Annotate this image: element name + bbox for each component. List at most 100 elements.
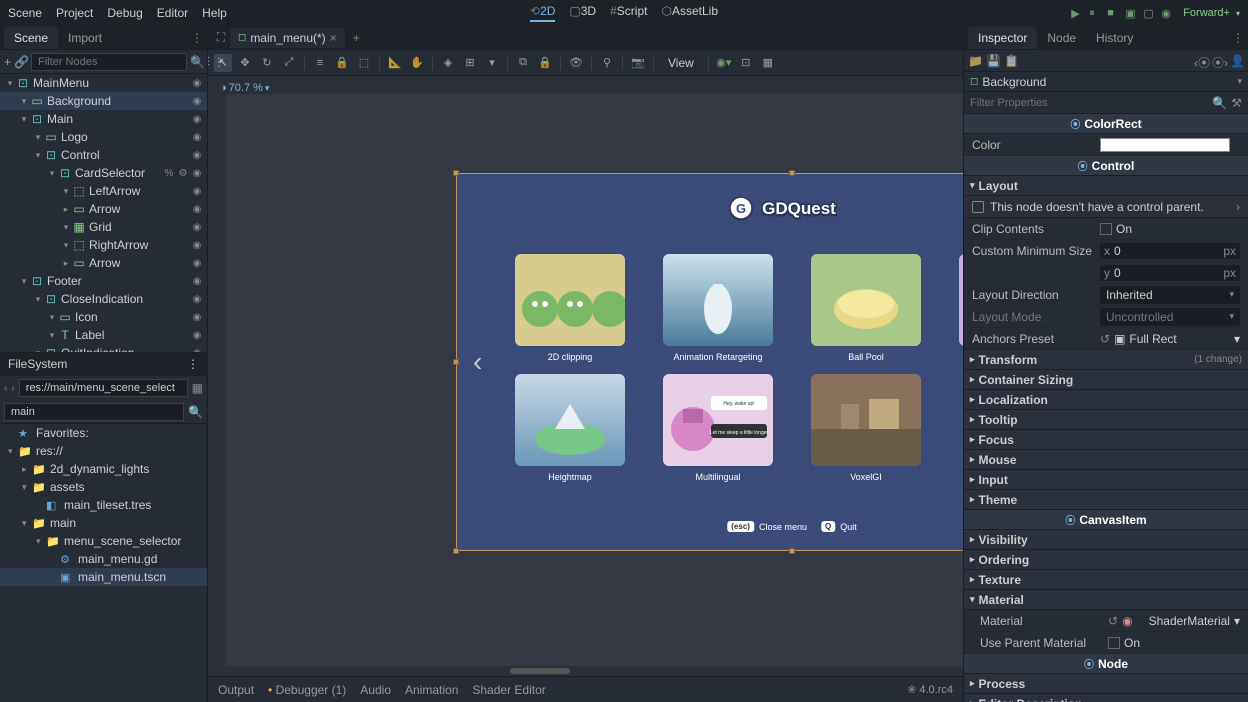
scene-tree[interactable]: ▾⊡MainMenu◉▾▭Background◉▾⊡Main◉▾▭Logo◉▾⊡… [0, 74, 207, 352]
section-texture[interactable]: ▸Texture [964, 570, 1248, 590]
bottom-shader[interactable]: Shader Editor [472, 683, 545, 697]
paste-icon[interactable]: 📋 [1004, 54, 1018, 68]
section-container-sizing[interactable]: ▸Container Sizing [964, 370, 1248, 390]
link-icon[interactable]: 🔗 [14, 55, 28, 69]
version-label[interactable]: ❀ 4.0.rc4 [907, 683, 953, 696]
fs-main_menu.gd[interactable]: ⚙main_menu.gd [0, 550, 207, 568]
rotate-tool-icon[interactable]: ↻ [258, 54, 276, 72]
snap-grid-icon[interactable]: ⊞ [461, 54, 479, 72]
skeleton-icon[interactable]: ⚲ [598, 54, 616, 72]
menu-project[interactable]: Project [56, 6, 93, 20]
revert-icon[interactable]: ↺ [1100, 332, 1110, 346]
scene-tab[interactable]: ◻ main_menu(*) × [230, 28, 345, 48]
dock-menu-icon[interactable]: ⋮ [191, 31, 203, 45]
history-fwd-icon[interactable]: ⦿› [1212, 54, 1226, 68]
class-canvasitem[interactable]: ⦿CanvasItem [964, 510, 1248, 530]
revert-icon[interactable]: ↺ [1108, 614, 1118, 628]
section-visibility[interactable]: ▸Visibility [964, 530, 1248, 550]
zoom-indicator[interactable]: ◑70.7 %▾ [220, 82, 269, 94]
card-multilingual[interactable]: Hey, wake up!Let me sleep a little longe… [650, 374, 786, 482]
stop-icon[interactable]: ■ [1107, 7, 1119, 19]
tab-import[interactable]: Import [58, 27, 112, 49]
tree-node-quitindication[interactable]: ▾⊡QuitIndication◉ [0, 344, 207, 352]
movie-icon[interactable]: ◉ [1161, 7, 1173, 19]
tree-node-control[interactable]: ▾⊡Control◉ [0, 146, 207, 164]
bottom-audio[interactable]: Audio [360, 683, 391, 697]
section-transform[interactable]: ▸Transform(1 change) [964, 350, 1248, 370]
close-menu-button[interactable]: (esc) Close menu [727, 521, 807, 532]
view-menu[interactable]: View [660, 54, 702, 72]
tree-node-icon[interactable]: ▾▭Icon◉ [0, 308, 207, 326]
group-selected-icon[interactable]: 👁 [567, 54, 585, 72]
tree-tool2-icon[interactable]: ⫶ [207, 55, 210, 69]
quit-button[interactable]: Q Quit [821, 521, 857, 532]
tree-node-grid[interactable]: ▾▦Grid◉ [0, 218, 207, 236]
section-ordering[interactable]: ▸Ordering [964, 550, 1248, 570]
anchor-preset-icon[interactable]: ◉▾ [715, 54, 733, 72]
section-mouse[interactable]: ▸Mouse [964, 450, 1248, 470]
tree-node-mainmenu[interactable]: ▾⊡MainMenu◉ [0, 74, 207, 92]
section-focus[interactable]: ▸Focus [964, 430, 1248, 450]
renderer-select[interactable]: Forward+ [1183, 7, 1230, 19]
save-icon[interactable]: 💾 [986, 54, 1000, 68]
card-2d-clipping[interactable]: 2D clipping [502, 254, 638, 362]
anchor-tool-icon[interactable]: ⊡ [737, 54, 755, 72]
prop-anchors-preset[interactable]: Anchors Preset ↺▣Full Rect▾ [964, 328, 1248, 350]
section-editor-description[interactable]: ▸Editor Description [964, 694, 1248, 702]
tab-history[interactable]: History [1086, 27, 1143, 49]
class-control[interactable]: ⦿Control [964, 156, 1248, 176]
card-animation-retargeting[interactable]: Animation Retargeting [650, 254, 786, 362]
card-ball-pool[interactable]: Ball Pool [798, 254, 934, 362]
add-scene-icon[interactable]: + [345, 31, 368, 45]
filter-nodes-input[interactable] [31, 53, 187, 71]
section-process[interactable]: ▸Process [964, 674, 1248, 694]
class-node[interactable]: ⦿Node [964, 654, 1248, 674]
scrollbar-horizontal[interactable] [208, 666, 963, 676]
workspace-script[interactable]: #Script [610, 4, 647, 22]
tree-node-main[interactable]: ▾⊡Main◉ [0, 110, 207, 128]
override-camera-icon[interactable]: 📷 [629, 54, 647, 72]
fs-assets[interactable]: ▾📁assets [0, 478, 207, 496]
filesystem-search-input[interactable] [4, 403, 184, 421]
prop-min-size-x[interactable]: Custom Minimum Size x0px [964, 240, 1248, 262]
card-canvas-group[interactable]: Sprites OnlyCanvas GroupCanvas Group [946, 254, 963, 362]
favorites-row[interactable]: ★Favorites: [0, 424, 207, 442]
filesystem-path-input[interactable] [19, 379, 188, 397]
left-arrow-button[interactable]: ‹ [473, 346, 482, 378]
path-back-icon[interactable]: ‹ [4, 383, 7, 394]
tab-inspector[interactable]: Inspector [968, 27, 1037, 49]
checkbox[interactable] [1108, 637, 1120, 649]
play-scene-icon[interactable]: ▣ [1125, 7, 1137, 19]
filter-tool-icon[interactable]: ⚒ [1231, 96, 1242, 110]
toggle-split-icon[interactable]: ▦ [192, 381, 203, 395]
tree-node-cardselector[interactable]: ▾⊡CardSelector%⚙◉ [0, 164, 207, 182]
color-picker[interactable] [1100, 138, 1230, 152]
prop-min-size-y[interactable]: y0px [964, 262, 1248, 284]
fs-res://[interactable]: ▾📁res:// [0, 442, 207, 460]
card-heightmap[interactable]: Heightmap [502, 374, 638, 482]
tab-node[interactable]: Node [1037, 27, 1086, 49]
tree-node-leftarrow[interactable]: ▾⬚LeftArrow◉ [0, 182, 207, 200]
history-back-icon[interactable]: ‹⦿ [1194, 54, 1208, 68]
fs-main[interactable]: ▾📁main [0, 514, 207, 532]
ruler-icon[interactable]: 📐 [386, 54, 404, 72]
class-colorrect[interactable]: ⦿ColorRect [964, 114, 1248, 134]
section-input[interactable]: ▸Input [964, 470, 1248, 490]
menu-help[interactable]: Help [202, 6, 227, 20]
filesystem-tree[interactable]: ★Favorites: ▾📁res://▸📁2d_dynamic_lights▾… [0, 424, 207, 702]
object-menu-icon[interactable]: 👤 [1230, 54, 1244, 68]
move-tool-icon[interactable]: ✥ [236, 54, 254, 72]
prop-layout-mode[interactable]: Layout Mode Uncontrolled▾ [964, 306, 1248, 328]
tab-scene[interactable]: Scene [4, 27, 58, 49]
tree-node-footer[interactable]: ▾⊡Footer◉ [0, 272, 207, 290]
workspace-3d[interactable]: ▢3D [569, 4, 596, 22]
fs-2d_dynamic_lights[interactable]: ▸📁2d_dynamic_lights [0, 460, 207, 478]
viewport[interactable]: ◑70.7 %▾ GGDQuest ‹ › 2D clippingAnimati… [208, 76, 963, 676]
menu-debug[interactable]: Debug [107, 6, 142, 20]
add-node-icon[interactable]: + [4, 55, 11, 69]
lock-selected-icon[interactable]: 🔒 [536, 54, 554, 72]
filter-properties-input[interactable] [970, 97, 1212, 109]
pan-icon[interactable]: ✋ [408, 54, 426, 72]
dock-menu-icon[interactable]: ⋮ [1232, 31, 1244, 45]
pivot-icon[interactable]: ◈ [439, 54, 457, 72]
